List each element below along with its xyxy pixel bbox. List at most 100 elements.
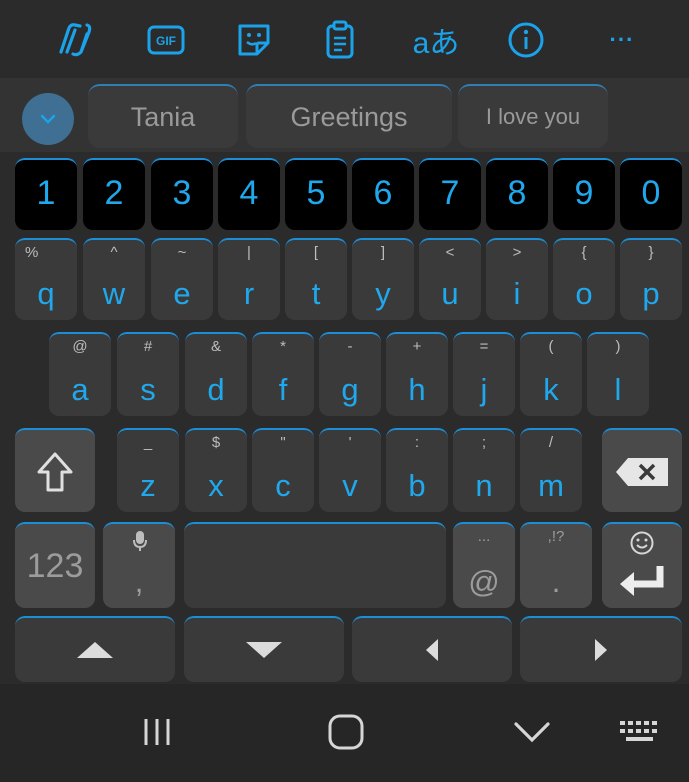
key-6[interactable]: 6 (352, 158, 414, 230)
key-sub-label: _ (143, 434, 153, 451)
period-key[interactable]: ,!?. (520, 522, 592, 608)
key-e[interactable]: ~ e (151, 238, 213, 320)
key-sub-label: ] (380, 244, 386, 261)
key-label: z (140, 468, 156, 503)
key-label: 3 (172, 174, 192, 212)
key-sub-label: ; (481, 434, 487, 451)
comma-key[interactable]: , (103, 522, 175, 608)
key-label: x (208, 468, 224, 503)
key-label: u (441, 276, 459, 311)
arrow-left-icon (426, 639, 438, 661)
key-0[interactable]: 0 (620, 158, 682, 230)
key-3[interactable]: 3 (151, 158, 213, 230)
recent-apps-button[interactable] (122, 704, 192, 760)
key-5[interactable]: 5 (285, 158, 347, 230)
key-s[interactable]: # s (117, 332, 179, 416)
key-h[interactable]: + h (386, 332, 448, 416)
cursor-left-button[interactable] (352, 616, 512, 682)
backspace-key[interactable] (602, 428, 682, 512)
key-w[interactable]: ^ w (83, 238, 145, 320)
key-m[interactable]: / m (520, 428, 582, 512)
key-sub-label: $ (211, 434, 221, 451)
key-f[interactable]: * f (252, 332, 314, 416)
home-button[interactable] (311, 704, 381, 760)
key-x[interactable]: $ x (185, 428, 247, 512)
symbols-key[interactable]: 123 (15, 522, 95, 608)
key-d[interactable]: & d (185, 332, 247, 416)
chevron-down-icon (40, 114, 56, 124)
key-1[interactable]: 1 (15, 158, 77, 230)
key-z[interactable]: _ z (117, 428, 179, 512)
key-label: t (311, 276, 321, 311)
sticker-icon[interactable] (226, 18, 282, 62)
key-label: m (538, 468, 564, 503)
key-sub-label: > (512, 244, 522, 261)
key-4[interactable]: 4 (218, 158, 280, 230)
collapse-button[interactable] (22, 93, 74, 145)
key-label: s (140, 372, 156, 407)
key-sub-label: | (247, 244, 251, 261)
key-k[interactable]: (k (520, 332, 582, 416)
key-2[interactable]: 2 (83, 158, 145, 230)
key-label: @ (468, 564, 500, 599)
key-b[interactable]: :b (386, 428, 448, 512)
key-sub-label: " (280, 434, 286, 451)
shift-key[interactable] (15, 428, 95, 512)
key-8[interactable]: 8 (486, 158, 548, 230)
key-v[interactable]: ' v (319, 428, 381, 512)
enter-key[interactable] (602, 522, 682, 608)
more-icon[interactable]: ··· (594, 18, 650, 62)
keyboard-switch-button[interactable] (605, 704, 675, 760)
key-label: 9 (574, 174, 594, 212)
key-sub-label: + (412, 338, 422, 355)
system-navigation-bar (0, 684, 689, 782)
key-p[interactable]: } p (620, 238, 682, 320)
keyboard: GIF aあ ··· Tania Greetings I love you 1 … (0, 0, 689, 782)
suggestion-chip[interactable]: Tania (88, 84, 238, 148)
key-sub-label: { (581, 244, 587, 261)
suggestion-chip[interactable]: Greetings (246, 84, 452, 148)
gif-icon[interactable]: GIF (138, 18, 194, 62)
key-c[interactable]: " c (252, 428, 314, 512)
space-key[interactable] (184, 522, 446, 608)
key-sub-label: : (414, 434, 420, 451)
key-t[interactable]: [t (285, 238, 347, 320)
cursor-right-button[interactable] (520, 616, 682, 682)
key-o[interactable]: {o (553, 238, 615, 320)
key-label: j (480, 372, 488, 407)
arrow-up-icon (77, 642, 113, 658)
translate-icon[interactable]: aあ (408, 18, 464, 62)
key-sub-label: ^ (110, 244, 118, 261)
key-q[interactable]: % q (15, 238, 77, 320)
cursor-up-button[interactable] (15, 616, 175, 682)
copilot-icon[interactable] (48, 18, 104, 62)
key-i[interactable]: > i (486, 238, 548, 320)
info-icon[interactable] (498, 18, 554, 62)
key-sub-label: - (347, 338, 353, 355)
at-key[interactable]: ... @ (453, 522, 515, 608)
microphone-icon (133, 531, 147, 551)
key-label: 8 (507, 174, 527, 212)
key-j[interactable]: = j (453, 332, 515, 416)
key-9[interactable]: 9 (553, 158, 615, 230)
key-y[interactable]: ] y (352, 238, 414, 320)
shift-icon (37, 452, 73, 492)
hide-keyboard-button[interactable] (497, 704, 567, 760)
cursor-down-button[interactable] (184, 616, 344, 682)
key-a[interactable]: @ a (49, 332, 111, 416)
key-r[interactable]: | r (218, 238, 280, 320)
key-label: i (513, 276, 521, 311)
key-7[interactable]: 7 (419, 158, 481, 230)
key-sub-label: ... (477, 528, 491, 545)
suggestion-chip[interactable]: I love you (458, 84, 608, 148)
key-label: g (341, 372, 359, 407)
key-n[interactable]: ; n (453, 428, 515, 512)
clipboard-icon[interactable] (312, 18, 368, 62)
home-icon (328, 714, 364, 750)
arrow-down-icon (246, 642, 282, 658)
key-g[interactable]: -g (319, 332, 381, 416)
key-l[interactable]: ) l (587, 332, 649, 416)
key-label: 6 (373, 174, 393, 212)
key-label: f (278, 372, 288, 407)
key-u[interactable]: < u (419, 238, 481, 320)
